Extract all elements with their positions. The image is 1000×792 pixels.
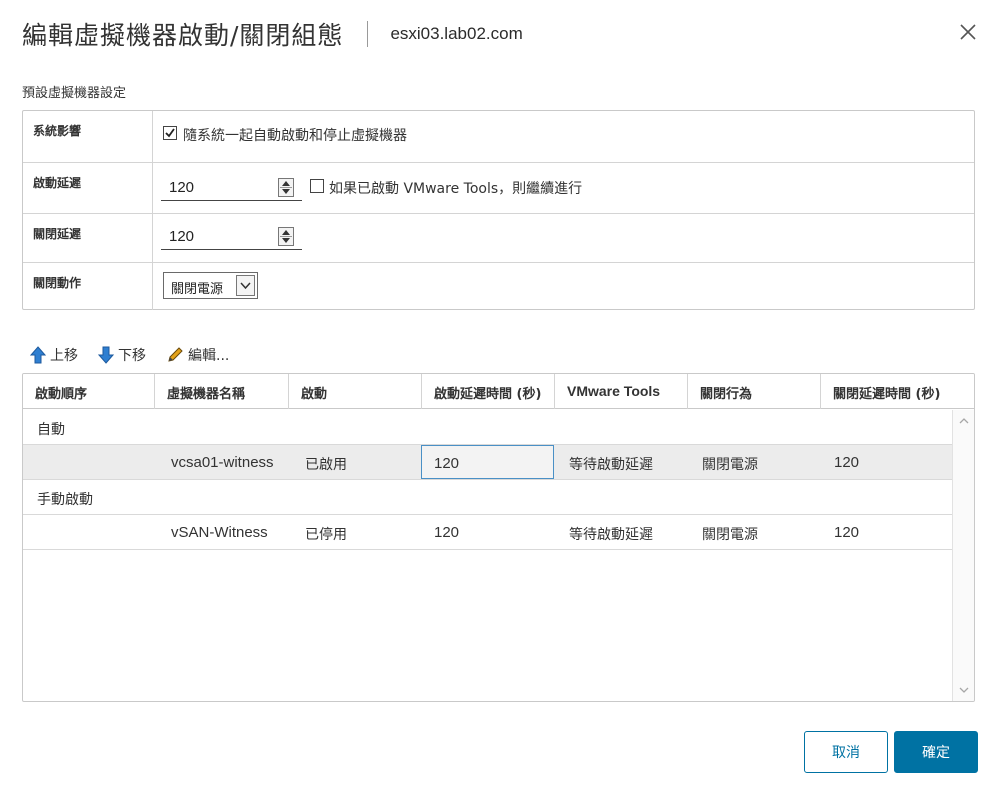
ok-button[interactable]: 確定 (894, 731, 978, 773)
grid-header: 啟動順序 虛擬機器名稱 啟動 啟動延遲時間 (秒) VMware Tools 關… (23, 374, 974, 409)
cell-start-delay: 120 (434, 524, 460, 541)
edit-label: 編輯... (188, 348, 230, 364)
title-divider (367, 21, 369, 47)
cell-shutdown-behavior: 關閉電源 (702, 457, 758, 473)
move-up-button[interactable]: 上移 (30, 345, 78, 365)
shutdown-action-select[interactable]: 關閉電源 (163, 272, 258, 299)
move-down-label: 下移 (118, 348, 146, 364)
start-delay-input[interactable]: 120 (161, 175, 302, 201)
arrow-up-icon (30, 346, 46, 364)
dialog-title: 編輯虛擬機器啟動/關閉組態 (22, 21, 344, 50)
col-startup-order[interactable]: 啟動順序 (23, 374, 155, 409)
settings-row-stop-delay: 關閉延遲 120 (23, 214, 974, 263)
section-label: 預設虛擬機器設定 (22, 86, 127, 101)
cell-startup-order (23, 515, 155, 549)
host-name: esxi03.lab02.com (390, 24, 523, 43)
shutdown-action-label: 關閉動作 (23, 263, 153, 310)
continue-if-tools-label: 如果已啟動 VMware Tools，則繼續進行 (329, 181, 583, 197)
table-row[interactable]: vSAN-Witness 已停用 120 等待啟動延遲 關閉電源 120 (23, 515, 952, 550)
chevron-up-icon[interactable] (953, 414, 975, 428)
col-start-delay[interactable]: 啟動延遲時間 (秒) (422, 374, 555, 409)
cell-vmware-tools: 等待啟動延遲 (569, 527, 653, 543)
start-delay-value: 120 (169, 179, 195, 196)
settings-row-system-impact: 系統影響 隨系統一起自動啟動和停止虛擬機器 (23, 111, 974, 163)
settings-row-start-delay: 啟動延遲 120 如果已啟動 VMware Tools，則繼續進行 (23, 163, 974, 214)
move-up-label: 上移 (50, 348, 78, 364)
dialog-header: 編輯虛擬機器啟動/關閉組態 esxi03.lab02.com (22, 14, 523, 54)
table-row[interactable]: vcsa01-witness 已啟用 120 等待啟動延遲 關閉電源 120 (23, 445, 952, 480)
col-shutdown-behavior[interactable]: 關閉行為 (688, 374, 821, 409)
cell-startup-order (23, 445, 155, 479)
col-vmware-tools[interactable]: VMware Tools (555, 374, 688, 409)
toolbar: 上移 下移 編輯... (30, 345, 229, 365)
cell-shutdown-delay: 120 (834, 524, 860, 541)
cell-shutdown-delay: 120 (834, 454, 860, 471)
group-manual: 手動啟動 (23, 480, 952, 515)
cell-startup: 已啟用 (305, 457, 347, 473)
vm-startup-grid: 啟動順序 虛擬機器名稱 啟動 啟動延遲時間 (秒) VMware Tools 關… (22, 373, 975, 702)
shutdown-action-value: 關閉電源 (171, 282, 224, 297)
continue-if-tools-checkbox[interactable] (310, 179, 324, 193)
stop-delay-value: 120 (169, 228, 195, 245)
cell-shutdown-behavior: 關閉電源 (702, 527, 758, 543)
stop-delay-label: 關閉延遲 (23, 214, 153, 262)
cell-startup: 已停用 (305, 527, 347, 543)
chevron-down-icon[interactable] (236, 275, 255, 296)
cell-vm-name: vSAN-Witness (171, 524, 268, 541)
col-vm-name[interactable]: 虛擬機器名稱 (155, 374, 289, 409)
cell-vm-name: vcsa01-witness (171, 454, 274, 471)
pencil-icon (168, 347, 183, 362)
stop-delay-spinner[interactable] (278, 227, 294, 246)
auto-start-checkbox[interactable] (163, 126, 177, 140)
close-icon[interactable] (958, 22, 978, 42)
col-shutdown-delay[interactable]: 關閉延遲時間 (秒) (821, 374, 974, 409)
group-automatic: 自動 (23, 410, 952, 445)
chevron-down-icon[interactable] (953, 683, 975, 697)
system-impact-label: 系統影響 (23, 111, 153, 162)
stop-delay-input[interactable]: 120 (161, 224, 302, 250)
default-settings-panel: 系統影響 隨系統一起自動啟動和停止虛擬機器 啟動延遲 120 如果已啟動 VMw… (22, 110, 975, 310)
settings-row-shutdown-action: 關閉動作 關閉電源 (23, 263, 974, 310)
vertical-scrollbar[interactable] (952, 410, 974, 701)
auto-start-label: 隨系統一起自動啟動和停止虛擬機器 (183, 128, 407, 144)
cell-vmware-tools: 等待啟動延遲 (569, 457, 653, 473)
cancel-button[interactable]: 取消 (804, 731, 888, 773)
start-delay-label: 啟動延遲 (23, 163, 153, 213)
edit-button[interactable]: 編輯... (166, 345, 229, 365)
col-startup[interactable]: 啟動 (289, 374, 422, 409)
start-delay-spinner[interactable] (278, 178, 294, 197)
move-down-button[interactable]: 下移 (98, 345, 146, 365)
arrow-down-icon (98, 346, 114, 364)
cell-start-delay[interactable]: 120 (421, 445, 554, 479)
